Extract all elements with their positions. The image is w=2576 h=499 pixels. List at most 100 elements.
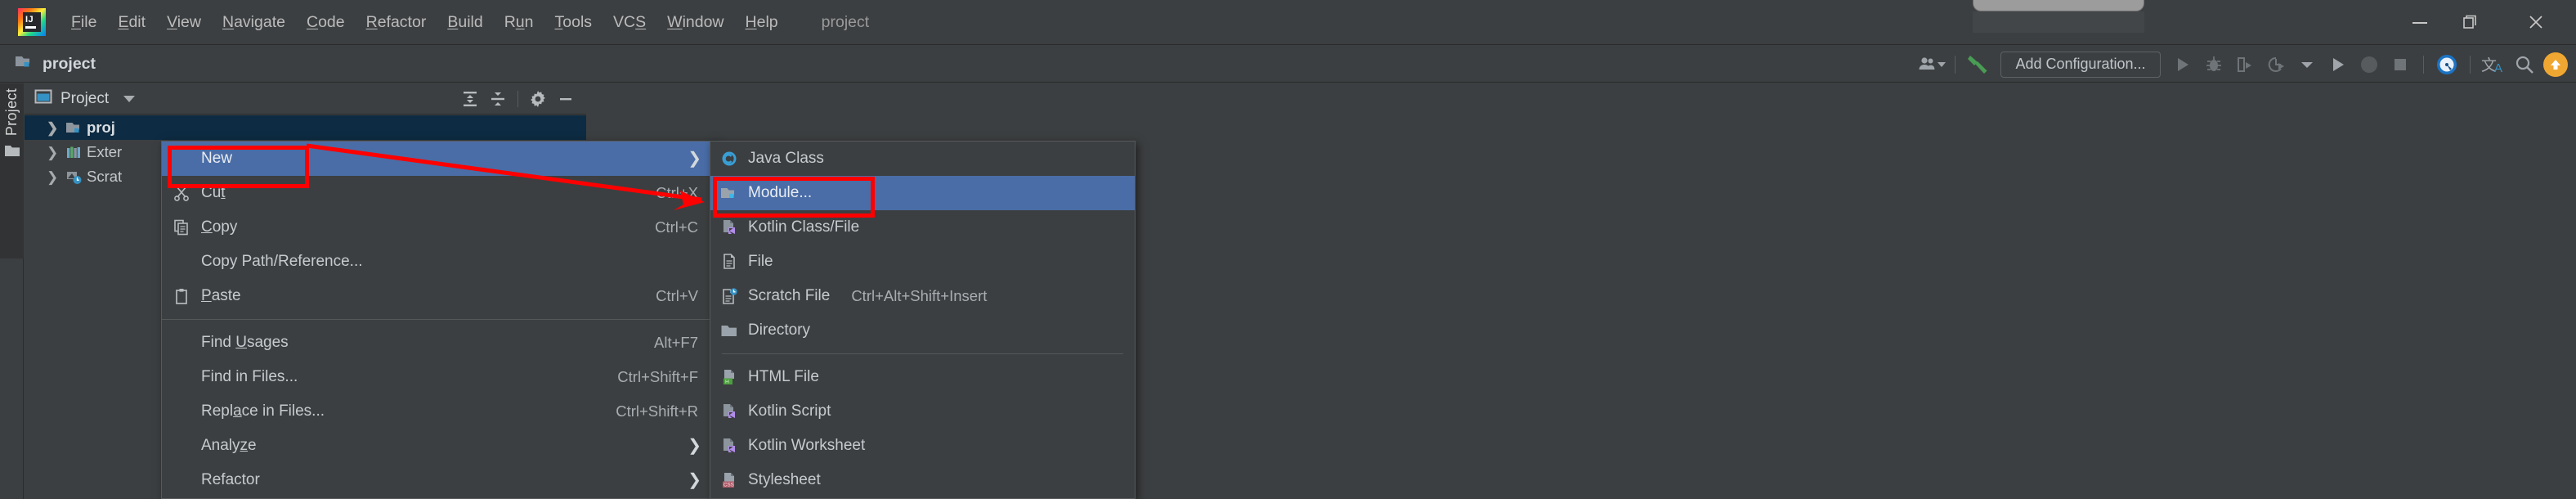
html-file-icon: H bbox=[710, 368, 748, 386]
menu-code[interactable]: Code bbox=[296, 10, 356, 35]
submenu-item-shortcut: Ctrl+Alt+Shift+Insert bbox=[851, 287, 988, 304]
context-menu-item-new[interactable]: New ❯ bbox=[162, 142, 715, 176]
window-title-inset bbox=[1973, 11, 2144, 33]
stop-square-icon[interactable] bbox=[2385, 49, 2416, 80]
submenu-item-label: File bbox=[748, 253, 773, 270]
submenu-item-kotlin-worksheet[interactable]: Kotlin Worksheet bbox=[710, 429, 1135, 463]
context-menu-item-shortcut: Ctrl+V bbox=[656, 287, 698, 304]
intellij-idea-logo: IJ bbox=[18, 8, 46, 36]
restore-icon[interactable] bbox=[2448, 10, 2493, 34]
menu-bar: IJ File Edit View Navigate Code Refactor… bbox=[0, 0, 2576, 45]
submenu-item-kotlin-class-file[interactable]: Kotlin Class/File bbox=[710, 210, 1135, 245]
profiler-icon[interactable] bbox=[2260, 49, 2292, 80]
toolbar-separator-2 bbox=[2423, 55, 2424, 74]
context-menu-item-cut[interactable]: Cut Ctrl+X bbox=[162, 176, 715, 210]
chevron-right-icon[interactable]: ❯ bbox=[47, 170, 60, 184]
debug-icon[interactable] bbox=[2198, 49, 2229, 80]
run-icon[interactable] bbox=[2167, 49, 2198, 80]
context-menu-item-copy-path-reference[interactable]: Copy Path/Reference... bbox=[162, 245, 715, 279]
context-menu-item-copy[interactable]: Copy Ctrl+C bbox=[162, 210, 715, 245]
submenu-item-label: Stylesheet bbox=[748, 471, 821, 488]
menu-tools[interactable]: Tools bbox=[544, 10, 603, 35]
expand-all-icon[interactable] bbox=[456, 85, 484, 113]
menu-help[interactable]: Help bbox=[735, 10, 789, 35]
context-menu-item-refactor[interactable]: Refactor ❯ bbox=[162, 463, 715, 497]
project-panel-title: Project bbox=[60, 89, 110, 107]
submenu-item-label: Kotlin Class/File bbox=[748, 218, 860, 236]
submenu-item-label: Kotlin Script bbox=[748, 402, 831, 420]
module-folder-icon bbox=[710, 186, 748, 201]
update-project-icon[interactable] bbox=[2540, 49, 2571, 80]
menu-window[interactable]: Window bbox=[656, 10, 734, 35]
main-toolbar: Add Configuration... 文 A bbox=[1916, 46, 2571, 83]
context-menu-item-paste[interactable]: Paste Ctrl+V bbox=[162, 279, 715, 313]
submenu-item-scratch-file[interactable]: Scratch File Ctrl+Alt+Shift+Insert bbox=[710, 279, 1135, 313]
breadcrumb-label: project bbox=[43, 54, 96, 73]
submenu-item-kotlin-script[interactable]: Kotlin Script bbox=[710, 394, 1135, 429]
translate-icon[interactable]: 文 A bbox=[2478, 49, 2509, 80]
module-folder-icon bbox=[65, 120, 87, 136]
stop-circle-icon[interactable] bbox=[2354, 49, 2385, 80]
project-panel-actions bbox=[456, 83, 580, 115]
copy-icon bbox=[162, 219, 201, 236]
context-menu-item-label: Analyze bbox=[201, 437, 257, 454]
sidebar-item-project[interactable]: Project bbox=[0, 83, 24, 258]
context-menu-item-find-usages[interactable]: Find Usages Alt+F7 bbox=[162, 326, 715, 360]
panel-header-separator bbox=[517, 91, 518, 107]
user-account-icon[interactable] bbox=[1916, 49, 1947, 80]
tree-node-project[interactable]: ❯ proj bbox=[25, 115, 586, 140]
search-everywhere-icon[interactable] bbox=[2509, 49, 2540, 80]
context-menu-item-label: Refactor bbox=[201, 471, 260, 488]
menu-run[interactable]: Run bbox=[494, 10, 544, 35]
context-menu-item-label: Copy bbox=[201, 218, 238, 236]
breadcrumb[interactable]: project bbox=[15, 54, 96, 74]
run-anything-icon[interactable] bbox=[2323, 49, 2354, 80]
menu-vcs[interactable]: VCS bbox=[603, 10, 656, 35]
inspection-icon[interactable] bbox=[2431, 49, 2462, 80]
run-with-coverage-icon[interactable] bbox=[2229, 49, 2260, 80]
kotlin-file-icon bbox=[710, 437, 748, 455]
context-menu-item-label: Copy Path/Reference... bbox=[201, 253, 363, 270]
menu-refactor[interactable]: Refactor bbox=[356, 10, 437, 35]
chevron-right-icon[interactable]: ❯ bbox=[47, 121, 60, 135]
submenu-item-label: HTML File bbox=[748, 368, 819, 385]
submenu-item-directory[interactable]: Directory bbox=[710, 313, 1135, 348]
chevron-right-icon[interactable]: ❯ bbox=[47, 146, 60, 160]
navigation-bar: project Add Configuration... 文 A bbox=[0, 46, 2576, 83]
submenu-item-module[interactable]: Module... bbox=[710, 176, 1135, 210]
menu-file[interactable]: File bbox=[60, 10, 107, 35]
folder-icon bbox=[710, 323, 748, 339]
context-menu-item-label: Cut bbox=[201, 184, 226, 201]
submenu-item-java-class[interactable]: Java Class bbox=[710, 142, 1135, 176]
window-drag-pill[interactable] bbox=[1973, 0, 2144, 11]
context-menu-item-replace-in-files[interactable]: Replace in Files... Ctrl+Shift+R bbox=[162, 394, 715, 429]
toolbar-separator bbox=[1955, 55, 1956, 74]
build-hammer-icon[interactable] bbox=[1963, 49, 1994, 80]
submenu-item-stylesheet[interactable]: CSS Stylesheet bbox=[710, 463, 1135, 497]
kotlin-file-icon bbox=[710, 218, 748, 236]
context-menu-item-analyze[interactable]: Analyze ❯ bbox=[162, 429, 715, 463]
context-menu-item-find-in-files[interactable]: Find in Files... Ctrl+Shift+F bbox=[162, 360, 715, 394]
context-menu-item-label: Find Usages bbox=[201, 334, 289, 351]
minimize-icon[interactable] bbox=[2398, 10, 2442, 34]
settings-gear-icon[interactable] bbox=[524, 85, 552, 113]
menu-view[interactable]: View bbox=[156, 10, 212, 35]
context-menu-item-shortcut: Ctrl+Shift+F bbox=[617, 368, 698, 385]
chevron-down-icon[interactable] bbox=[123, 95, 136, 102]
close-icon[interactable] bbox=[2514, 10, 2558, 34]
menu-navigate[interactable]: Navigate bbox=[212, 10, 296, 35]
submenu-item-html-file[interactable]: H HTML File bbox=[710, 360, 1135, 394]
context-menu-item-shortcut: Ctrl+X bbox=[656, 184, 698, 201]
add-configuration-button[interactable]: Add Configuration... bbox=[2000, 51, 2161, 78]
menu-build[interactable]: Build bbox=[437, 10, 493, 35]
chevron-down-icon[interactable] bbox=[2292, 49, 2323, 80]
context-menu-item-shortcut: Ctrl+Shift+R bbox=[616, 402, 698, 420]
hide-minimize-icon[interactable] bbox=[552, 85, 580, 113]
collapse-all-icon[interactable] bbox=[484, 85, 512, 113]
submenu-item-file[interactable]: File bbox=[710, 245, 1135, 279]
kotlin-file-icon bbox=[710, 402, 748, 420]
svg-text:CSS: CSS bbox=[724, 483, 734, 488]
java-class-icon bbox=[710, 150, 748, 168]
tool-window-tab-label: Project bbox=[3, 88, 20, 137]
menu-edit[interactable]: Edit bbox=[107, 10, 156, 35]
